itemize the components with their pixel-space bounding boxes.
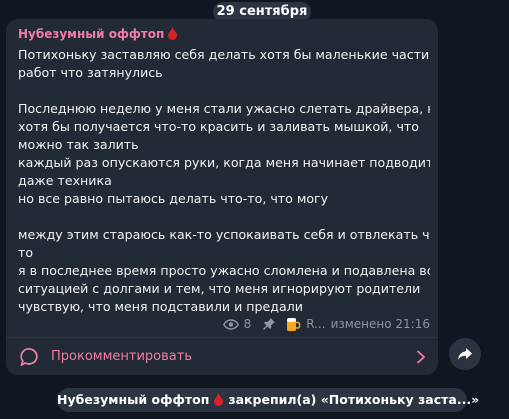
text-line: хотя бы получается что-то красить и зали…	[18, 119, 419, 134]
text-line: можно так залить	[18, 137, 139, 152]
text-line: но все равно пытаюсь делать что-то, что …	[18, 191, 329, 206]
service-action: закрепил(а) «Потихоньку заста...»	[228, 392, 480, 407]
author-name: Нубезумный оффтоп	[18, 27, 165, 41]
view-count: 8	[243, 317, 252, 331]
chevron-right-icon	[416, 349, 426, 368]
text-line: то	[18, 245, 34, 260]
text-line: между этим стараюсь как-то успокаивать с…	[18, 227, 430, 242]
text-line: ситуацией с долгами и тем, что меня игно…	[18, 281, 421, 296]
pin-notification[interactable]: Нубезумный оффтоп закрепил(а) «Потихоньку…	[57, 388, 479, 414]
text-line: Потихоньку заставляю себя делать хотя бы…	[18, 47, 430, 62]
post-signature: R...	[306, 317, 326, 331]
text-line: чувствую, что меня подставили и предали	[18, 299, 303, 314]
text-line	[18, 82, 430, 100]
blood-drop-icon	[168, 27, 178, 45]
beer-emoji-icon	[285, 316, 301, 332]
channel-post[interactable]: Нубезумный оффтоп Потихоньку заставляю с…	[6, 19, 438, 375]
text-line: каждый раз опускаются руки, когда меня н…	[18, 155, 430, 170]
comments-button[interactable]: Прокомментировать	[6, 338, 438, 375]
post-author[interactable]: Нубезумный оффтоп	[18, 25, 178, 45]
comments-label: Прокомментировать	[51, 349, 192, 364]
text-line: я в последнее время просто ужасно сломле…	[18, 263, 430, 278]
service-actor: Нубезумный оффтоп	[57, 392, 210, 407]
blood-drop-icon	[214, 390, 224, 414]
edited-time: изменено 21:16	[330, 317, 430, 331]
text-line: Последнюю неделю у меня стали ужасно сле…	[18, 101, 430, 116]
text-line: даже техника	[18, 173, 112, 188]
pin-icon	[262, 317, 276, 331]
eye-icon	[222, 318, 239, 330]
text-line	[18, 208, 430, 226]
comment-icon	[20, 347, 40, 371]
post-meta: 8 R... изменено 21:16	[222, 316, 430, 332]
forward-button[interactable]	[449, 338, 481, 370]
post-text: Потихоньку заставляю себя делать хотя бы…	[18, 46, 430, 316]
text-line: работ что затянулись	[18, 65, 163, 80]
